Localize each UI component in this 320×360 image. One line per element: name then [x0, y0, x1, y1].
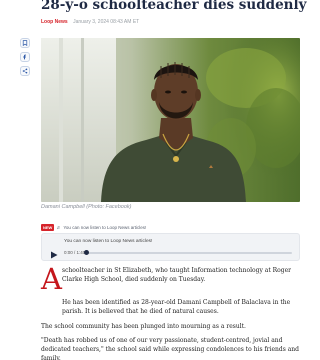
audio-player: You can now listen to Loop News articles… — [41, 233, 300, 261]
player-title: You can now listen to Loop News articles… — [64, 239, 153, 244]
article-source[interactable]: Loop News — [41, 19, 68, 25]
drop-cap: A — [41, 262, 62, 296]
play-icon — [51, 251, 58, 259]
article-meta: Loop News January 3, 2024 08:43 AM ET — [41, 19, 139, 25]
bookmark-button[interactable] — [20, 38, 30, 48]
player-time: 0:00 / 1:40 — [64, 250, 86, 255]
article-headline: 28-y-o schoolteacher dies suddenly — [41, 0, 307, 13]
paragraph-1-text: schoolteacher in St Elizabeth, who taugh… — [62, 267, 292, 283]
headphones-icon: ♬ — [56, 224, 62, 231]
photo-caption: Damani Campbell (Photo: Facebook) — [41, 204, 132, 210]
article-paragraph-3: The school community has been plunged in… — [41, 322, 246, 330]
share-icon — [22, 68, 28, 74]
article-paragraph-1: A schoolteacher in St Elizabeth, who tau… — [41, 262, 303, 296]
audio-promo: NEW ♬ You can now listen to Loop News ar… — [41, 224, 146, 231]
article-photo — [41, 38, 300, 202]
progress-knob[interactable] — [83, 250, 89, 255]
article-paragraph-4: "Death has robbed us of one of our very … — [41, 337, 299, 360]
share-button[interactable] — [20, 66, 30, 76]
play-button[interactable] — [50, 244, 58, 259]
audio-promo-text: You can now listen to Loop News articles… — [63, 225, 147, 230]
portrait-image — [41, 38, 300, 202]
facebook-icon — [23, 54, 27, 60]
new-badge: NEW — [41, 224, 55, 231]
article-body: A schoolteacher in St Elizabeth, who tau… — [41, 262, 303, 360]
bookmark-icon — [22, 40, 28, 46]
facebook-share-button[interactable] — [20, 52, 30, 62]
share-bar — [20, 38, 32, 80]
progress-slider[interactable] — [83, 250, 292, 255]
article-paragraph-2: He has been identified as 28-year-old Da… — [62, 299, 291, 315]
article-date: January 3, 2024 08:43 AM ET — [73, 19, 140, 25]
